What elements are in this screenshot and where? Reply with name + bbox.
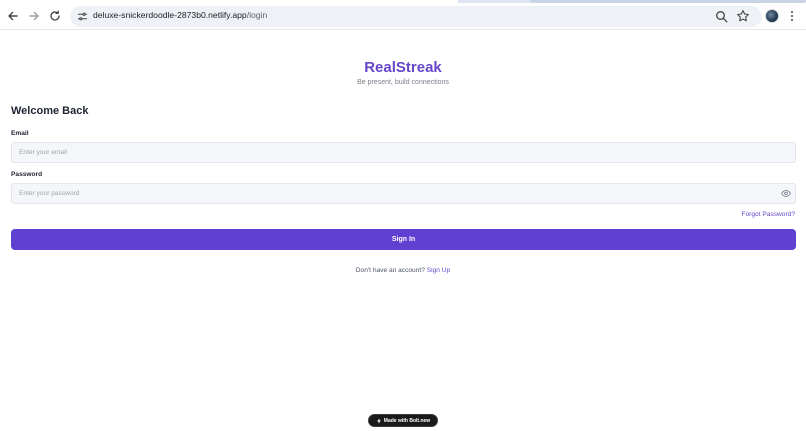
app-brand: RealStreak	[364, 59, 442, 76]
password-label: Password	[11, 171, 43, 178]
forward-arrow-icon	[29, 11, 39, 21]
forward-button[interactable]	[25, 7, 43, 25]
signup-row: Don't have an account? Sign Up	[0, 267, 806, 274]
address-bar[interactable]: deluxe-snickerdoodle-2873b0.netlify.app/…	[70, 6, 762, 27]
back-button[interactable]	[4, 7, 22, 25]
eye-icon[interactable]	[781, 189, 791, 198]
badge-text: Made with Bolt.new	[383, 417, 431, 424]
profile-avatar[interactable]	[765, 9, 779, 23]
site-info-button[interactable]	[75, 9, 89, 23]
sign-up-link[interactable]: Sign Up	[427, 267, 450, 274]
signup-prompt: Don't have an account?	[355, 267, 425, 274]
sign-in-button[interactable]: Sign In	[11, 229, 796, 250]
site-info-icon	[77, 12, 87, 20]
reload-button[interactable]	[46, 7, 64, 25]
lightning-icon	[376, 417, 381, 424]
star-icon[interactable]	[736, 9, 750, 23]
password-field[interactable]	[11, 183, 796, 204]
browser-toolbar: deluxe-snickerdoodle-2873b0.netlify.app/…	[0, 3, 806, 30]
email-label: Email	[11, 130, 29, 137]
forgot-password-link[interactable]: Forgot Password?	[741, 211, 795, 218]
url-text[interactable]: deluxe-snickerdoodle-2873b0.netlify.app/…	[93, 10, 267, 20]
app-tagline: Be present, build connections	[357, 79, 449, 86]
zoom-icon[interactable]	[715, 10, 728, 23]
url-path: /login	[246, 10, 268, 20]
made-with-bolt-badge[interactable]: Made with Bolt.new	[368, 414, 438, 427]
more-menu-icon[interactable]	[786, 8, 798, 24]
reload-icon	[50, 10, 60, 21]
form-heading: Welcome Back	[11, 105, 89, 117]
url-host: deluxe-snickerdoodle-2873b0.netlify.app	[93, 10, 247, 20]
email-field[interactable]	[11, 142, 796, 163]
back-arrow-icon	[8, 11, 18, 21]
